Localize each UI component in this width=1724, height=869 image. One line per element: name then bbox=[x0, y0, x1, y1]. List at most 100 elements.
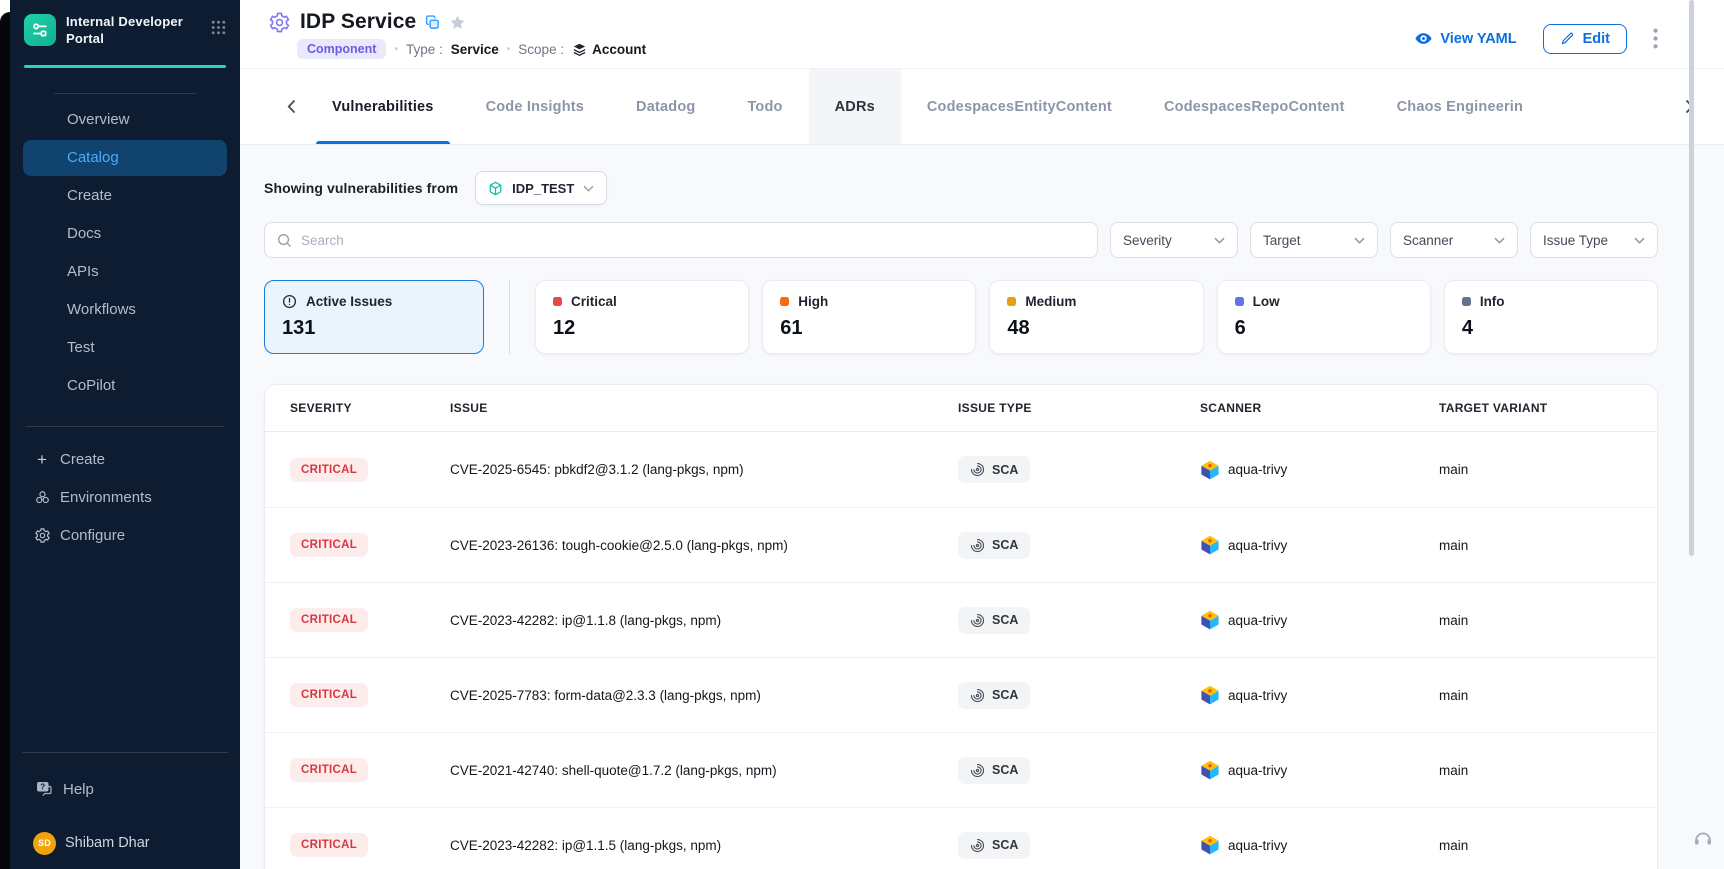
sidebar-divider bbox=[22, 752, 228, 753]
environments-icon bbox=[33, 489, 51, 506]
sidebar-item-create[interactable]: + Create bbox=[10, 441, 240, 479]
app-logo[interactable] bbox=[24, 14, 56, 46]
section-heading: Showing vulnerabilities from bbox=[264, 180, 458, 196]
user-menu[interactable]: SD Shibam Dhar bbox=[10, 823, 240, 863]
active-issues-count: 131 bbox=[282, 317, 466, 340]
support-widget-icon[interactable] bbox=[1690, 825, 1716, 851]
chevron-down-icon bbox=[1494, 237, 1505, 244]
app-title: Internal Developer Portal bbox=[66, 14, 184, 48]
sidebar-header: Internal Developer Portal bbox=[10, 0, 240, 48]
severity-dot bbox=[1462, 297, 1471, 306]
issue-type-chip: SCA bbox=[958, 456, 1030, 483]
table-row[interactable]: CRITICAL CVE-2025-7783: form-data@2.3.3 … bbox=[265, 657, 1657, 732]
sidebar-nav-item[interactable]: Test bbox=[23, 330, 227, 366]
tab[interactable]: Datadog bbox=[610, 69, 721, 144]
sidebar-nav-item[interactable]: APIs bbox=[23, 254, 227, 290]
search-field[interactable] bbox=[264, 222, 1098, 258]
filter-dropdown[interactable]: Issue Type bbox=[1530, 222, 1658, 258]
scanner-name: aqua-trivy bbox=[1228, 613, 1287, 628]
vertical-scrollbar[interactable] bbox=[1689, 0, 1694, 556]
tab[interactable]: Todo bbox=[721, 69, 808, 144]
edit-button[interactable]: Edit bbox=[1543, 24, 1627, 54]
filter-bar: Severity Target Scanner Issue Ty bbox=[264, 222, 1658, 258]
severity-summary-card[interactable]: Low 6 bbox=[1217, 280, 1431, 354]
trivy-scanner-icon bbox=[1200, 835, 1220, 855]
table-row[interactable]: CRITICAL CVE-2023-42282: ip@1.1.8 (lang-… bbox=[265, 582, 1657, 657]
source-project-dropdown[interactable]: IDP_TEST bbox=[475, 171, 607, 205]
column-header-target-variant: TARGET VARIANT bbox=[1439, 401, 1657, 415]
vulnerabilities-panel: Showing vulnerabilities from IDP_TEST bbox=[240, 171, 1724, 869]
favorite-star-icon[interactable] bbox=[449, 14, 466, 31]
avatar: SD bbox=[33, 832, 56, 855]
severity-dot bbox=[553, 297, 562, 306]
summary-cards: Active Issues 131 Critical 12 bbox=[264, 280, 1658, 354]
column-header-severity: SEVERITY bbox=[290, 401, 450, 415]
table-row[interactable]: CRITICAL CVE-2025-6545: pbkdf2@3.1.2 (la… bbox=[265, 432, 1657, 507]
more-options-kebab-icon[interactable] bbox=[1653, 28, 1658, 49]
sidebar-secondary: + Create Environments Configu bbox=[10, 441, 240, 555]
filter-dropdown[interactable]: Target bbox=[1250, 222, 1378, 258]
column-header-scanner: SCANNER bbox=[1200, 401, 1439, 415]
alert-circle-icon bbox=[282, 294, 297, 309]
tab[interactable]: Vulnerabilities bbox=[306, 69, 460, 144]
severity-dot bbox=[1007, 297, 1016, 306]
table-header-row: SEVERITY ISSUE ISSUE TYPE SCANNER TARGET… bbox=[265, 385, 1657, 432]
sidebar-divider bbox=[26, 426, 224, 427]
severity-summary-card[interactable]: Medium 48 bbox=[989, 280, 1203, 354]
sidebar-nav-item[interactable]: Workflows bbox=[23, 292, 227, 328]
entity-kind-badge: Component bbox=[297, 39, 386, 59]
severity-badge: CRITICAL bbox=[290, 683, 368, 707]
target-variant: main bbox=[1439, 763, 1657, 778]
target-variant: main bbox=[1439, 613, 1657, 628]
table-row[interactable]: CRITICAL CVE-2023-42282: ip@1.1.5 (lang-… bbox=[265, 807, 1657, 869]
filter-dropdown[interactable]: Severity bbox=[1110, 222, 1238, 258]
table-row[interactable]: CRITICAL CVE-2023-26136: tough-cookie@2.… bbox=[265, 507, 1657, 582]
filter-dropdown[interactable]: Scanner bbox=[1390, 222, 1518, 258]
issue-type-chip: SCA bbox=[958, 757, 1030, 784]
gear-icon bbox=[33, 527, 51, 544]
brand-accent-rule bbox=[24, 65, 226, 68]
scope-value: Account bbox=[592, 42, 646, 57]
apps-grid-icon[interactable] bbox=[211, 20, 226, 40]
sidebar-nav: Overview Catalog Create Docs APIs bbox=[10, 102, 240, 404]
page-title: IDP Service bbox=[300, 10, 416, 34]
tab[interactable]: CodespacesRepoContent bbox=[1138, 69, 1371, 144]
table-row[interactable]: CRITICAL CVE-2021-42740: shell-quote@1.7… bbox=[265, 732, 1657, 807]
pipeline-logo-icon bbox=[31, 21, 49, 39]
type-value: Service bbox=[451, 42, 499, 57]
trivy-scanner-icon bbox=[1200, 610, 1220, 630]
sidebar-nav-item[interactable]: Create bbox=[23, 178, 227, 214]
tab[interactable]: Chaos Engineerin bbox=[1371, 69, 1549, 144]
vulnerabilities-table: SEVERITY ISSUE ISSUE TYPE SCANNER TARGET… bbox=[264, 384, 1658, 869]
help-button[interactable]: ? Help bbox=[10, 771, 240, 807]
search-input[interactable] bbox=[301, 233, 1085, 248]
severity-summary-card[interactable]: High 61 bbox=[762, 280, 976, 354]
sidebar-nav-item[interactable]: Docs bbox=[23, 216, 227, 252]
copy-icon[interactable] bbox=[425, 15, 440, 30]
tabs-scroll-left-icon[interactable] bbox=[276, 69, 306, 144]
tab[interactable]: ADRs bbox=[809, 69, 901, 144]
plus-icon: + bbox=[33, 451, 51, 468]
main-area: IDP Service Component • Type : Se bbox=[240, 0, 1724, 869]
scope-label: Scope : bbox=[518, 42, 564, 57]
severity-summary-card[interactable]: Info 4 bbox=[1444, 280, 1658, 354]
search-icon bbox=[277, 233, 292, 248]
severity-count: 6 bbox=[1235, 317, 1413, 340]
severity-dot bbox=[1235, 297, 1244, 306]
trivy-scanner-icon bbox=[1200, 535, 1220, 555]
sidebar-item-configure[interactable]: Configure bbox=[10, 517, 240, 555]
sidebar-nav-item[interactable]: Overview bbox=[23, 102, 227, 138]
view-yaml-button[interactable]: View YAML bbox=[1414, 29, 1516, 48]
sidebar: Internal Developer Portal Overview Catal… bbox=[10, 0, 240, 869]
chevron-down-icon bbox=[1634, 237, 1645, 244]
severity-summary-card[interactable]: Critical 12 bbox=[535, 280, 749, 354]
tab[interactable]: CodespacesEntityContent bbox=[901, 69, 1138, 144]
sidebar-item-environments[interactable]: Environments bbox=[10, 479, 240, 517]
sidebar-nav-item[interactable]: Catalog bbox=[23, 140, 227, 176]
active-issues-card[interactable]: Active Issues 131 bbox=[264, 280, 484, 354]
sidebar-nav-item[interactable]: CoPilot bbox=[23, 368, 227, 404]
type-label: Type : bbox=[406, 42, 443, 57]
tab[interactable]: Code Insights bbox=[460, 69, 610, 144]
help-chat-icon: ? bbox=[34, 780, 54, 798]
svg-text:?: ? bbox=[40, 783, 45, 792]
